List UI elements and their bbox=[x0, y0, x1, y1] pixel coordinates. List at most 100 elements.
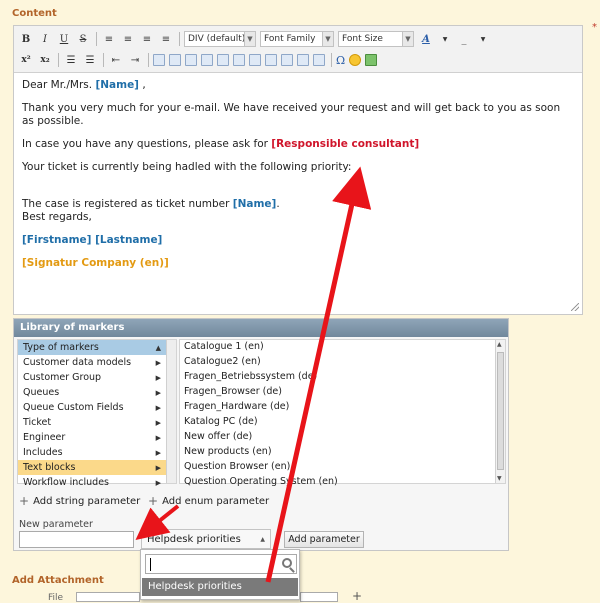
table-insert-col-icon[interactable] bbox=[281, 54, 293, 66]
priority-paragraph: Your ticket is currently being hadled wi… bbox=[22, 161, 352, 173]
chevron-down-icon[interactable]: ▼ bbox=[437, 31, 453, 47]
file-label: File bbox=[48, 593, 64, 603]
plus-icon: + bbox=[19, 494, 30, 508]
thanks-paragraph: Thank you very much for your e-mail. We … bbox=[22, 102, 561, 127]
insert-image-icon[interactable] bbox=[365, 54, 378, 66]
scroll-down-icon[interactable]: ▼ bbox=[497, 475, 502, 482]
font-family-select[interactable]: Font Family ▼ bbox=[260, 31, 334, 47]
chevron-down-icon[interactable]: ▼ bbox=[475, 31, 491, 47]
align-justify-icon[interactable]: ≡ bbox=[158, 31, 174, 47]
add-string-parameter-button[interactable]: + Add string parameter bbox=[19, 494, 140, 508]
marker-responsible-consultant: [Responsible consultant] bbox=[271, 138, 420, 150]
table-merge-icon[interactable] bbox=[233, 54, 245, 66]
table-column-icon[interactable] bbox=[201, 54, 213, 66]
italic-button[interactable]: I bbox=[37, 31, 53, 47]
marker-item-list[interactable]: Catalogue 1 (en) Catalogue2 (en) Fragen_… bbox=[179, 339, 506, 487]
list-item[interactable]: Fragen_Browser (de) bbox=[180, 385, 505, 400]
toolbar-separator bbox=[103, 53, 104, 67]
category-item[interactable]: Includes ▶ bbox=[18, 445, 176, 460]
file-input[interactable] bbox=[76, 592, 140, 602]
chevron-right-icon: ▶ bbox=[155, 403, 161, 412]
align-center-icon[interactable]: ≡ bbox=[120, 31, 136, 47]
category-item[interactable]: Workflow includes ▶ bbox=[18, 475, 176, 490]
list-item[interactable]: New products (en) bbox=[180, 445, 505, 460]
align-right-icon[interactable]: ≡ bbox=[139, 31, 155, 47]
chevron-right-icon: ▶ bbox=[155, 373, 161, 382]
category-item[interactable]: Ticket ▶ bbox=[18, 415, 176, 430]
list-item[interactable]: Fragen_Betriebssystem (de) bbox=[180, 370, 505, 385]
chevron-right-icon: ▶ bbox=[155, 478, 161, 487]
special-character-icon[interactable]: Ω bbox=[336, 54, 345, 67]
table-insert-row-icon[interactable] bbox=[249, 54, 261, 66]
required-marker: * bbox=[592, 22, 597, 33]
strikethrough-button[interactable]: S bbox=[75, 31, 91, 47]
table-delete-col-icon[interactable] bbox=[297, 54, 309, 66]
add-enum-parameter-button[interactable]: + Add enum parameter bbox=[148, 494, 269, 508]
item-scrollbar[interactable]: ▲ ▼ bbox=[495, 340, 505, 483]
table-icon[interactable] bbox=[169, 54, 181, 66]
list-item[interactable]: Catalogue 1 (en) bbox=[180, 340, 505, 355]
ordered-list-icon[interactable]: ☰ bbox=[82, 52, 98, 68]
category-label: Includes bbox=[23, 447, 63, 458]
superscript-button[interactable]: x² bbox=[18, 52, 34, 68]
category-label: Customer Group bbox=[23, 372, 102, 383]
subscript-button[interactable]: x₂ bbox=[37, 52, 53, 68]
editor-content[interactable]: Dear Mr./Mrs. [Name] , Thank you very mu… bbox=[14, 73, 582, 270]
category-label: Text blocks bbox=[23, 462, 76, 473]
ticket-suffix: . bbox=[276, 198, 280, 210]
regards-line: Best regards, bbox=[22, 211, 92, 223]
edit-source-icon[interactable] bbox=[153, 54, 165, 66]
unordered-list-icon[interactable]: ☰ bbox=[63, 52, 79, 68]
text-caret bbox=[150, 558, 151, 571]
enum-dropdown-popup[interactable]: Helpdesk priorities bbox=[140, 549, 300, 600]
table-row-icon[interactable] bbox=[185, 54, 197, 66]
resize-handle[interactable] bbox=[571, 303, 579, 311]
enum-select[interactable]: Helpdesk priorities ▲ bbox=[141, 529, 271, 549]
category-item[interactable]: Customer Group ▶ bbox=[18, 370, 176, 385]
table-props-icon[interactable] bbox=[313, 54, 325, 66]
category-scrollbar[interactable] bbox=[166, 340, 176, 483]
font-size-select-label: Font Size bbox=[342, 34, 383, 44]
horizontal-rule-icon[interactable]: _ bbox=[456, 31, 472, 47]
new-parameter-input[interactable] bbox=[19, 531, 134, 548]
list-item[interactable]: New offer (de) bbox=[180, 430, 505, 445]
category-label: Queues bbox=[23, 387, 60, 398]
add-parameter-button[interactable]: Add parameter bbox=[284, 531, 364, 548]
scroll-up-icon[interactable]: ▲ bbox=[497, 341, 502, 348]
category-item[interactable]: Queues ▶ bbox=[18, 385, 176, 400]
marker-category-list[interactable]: Type of markers ▲ Customer data models ▶ C… bbox=[17, 339, 177, 488]
category-label: Queue Custom Fields bbox=[23, 402, 124, 413]
table-split-icon[interactable] bbox=[217, 54, 229, 66]
ticket-number-paragraph: The case is registered as ticket number … bbox=[22, 198, 574, 211]
category-label: Engineer bbox=[23, 432, 66, 443]
rich-text-editor[interactable]: B I U S ≡ ≡ ≡ ≡ DIV (default) ▼ Font Fami… bbox=[13, 25, 583, 315]
list-item[interactable]: Question Operating System (en) bbox=[180, 475, 505, 490]
list-item[interactable]: Question Browser (en) bbox=[180, 460, 505, 475]
scrollbar-thumb[interactable] bbox=[497, 352, 504, 470]
new-parameter-label: New parameter bbox=[19, 519, 93, 530]
add-enum-parameter-label: Add enum parameter bbox=[162, 495, 270, 507]
indent-icon[interactable]: ⇥ bbox=[127, 52, 143, 68]
category-item-selected[interactable]: Text blocks ▶ bbox=[18, 460, 176, 475]
align-left-icon[interactable]: ≡ bbox=[101, 31, 117, 47]
category-item[interactable]: Type of markers ▲ bbox=[18, 340, 176, 355]
table-delete-row-icon[interactable] bbox=[265, 54, 277, 66]
font-size-select[interactable]: Font Size ▼ bbox=[338, 31, 414, 47]
file-browse-field[interactable] bbox=[300, 592, 338, 602]
list-item[interactable]: Fragen_Hardware (de) bbox=[180, 400, 505, 415]
category-item[interactable]: Engineer ▶ bbox=[18, 430, 176, 445]
format-select[interactable]: DIV (default) ▼ bbox=[184, 31, 256, 47]
outdent-icon[interactable]: ⇤ bbox=[108, 52, 124, 68]
dropdown-option[interactable]: Helpdesk priorities bbox=[142, 578, 298, 596]
bold-button[interactable]: B bbox=[18, 31, 34, 47]
list-item[interactable]: Catalogue2 (en) bbox=[180, 355, 505, 370]
add-attachment-icon[interactable]: + bbox=[352, 589, 362, 603]
category-item[interactable]: Queue Custom Fields ▶ bbox=[18, 400, 176, 415]
category-item[interactable]: Customer data models ▶ bbox=[18, 355, 176, 370]
dropdown-search-input[interactable] bbox=[145, 554, 297, 574]
attachment-section-title: Add Attachment bbox=[12, 575, 104, 586]
list-item[interactable]: Katalog PC (de) bbox=[180, 415, 505, 430]
text-color-icon[interactable]: A bbox=[418, 31, 434, 47]
emoticon-icon[interactable] bbox=[349, 54, 362, 66]
underline-button[interactable]: U bbox=[56, 31, 72, 47]
